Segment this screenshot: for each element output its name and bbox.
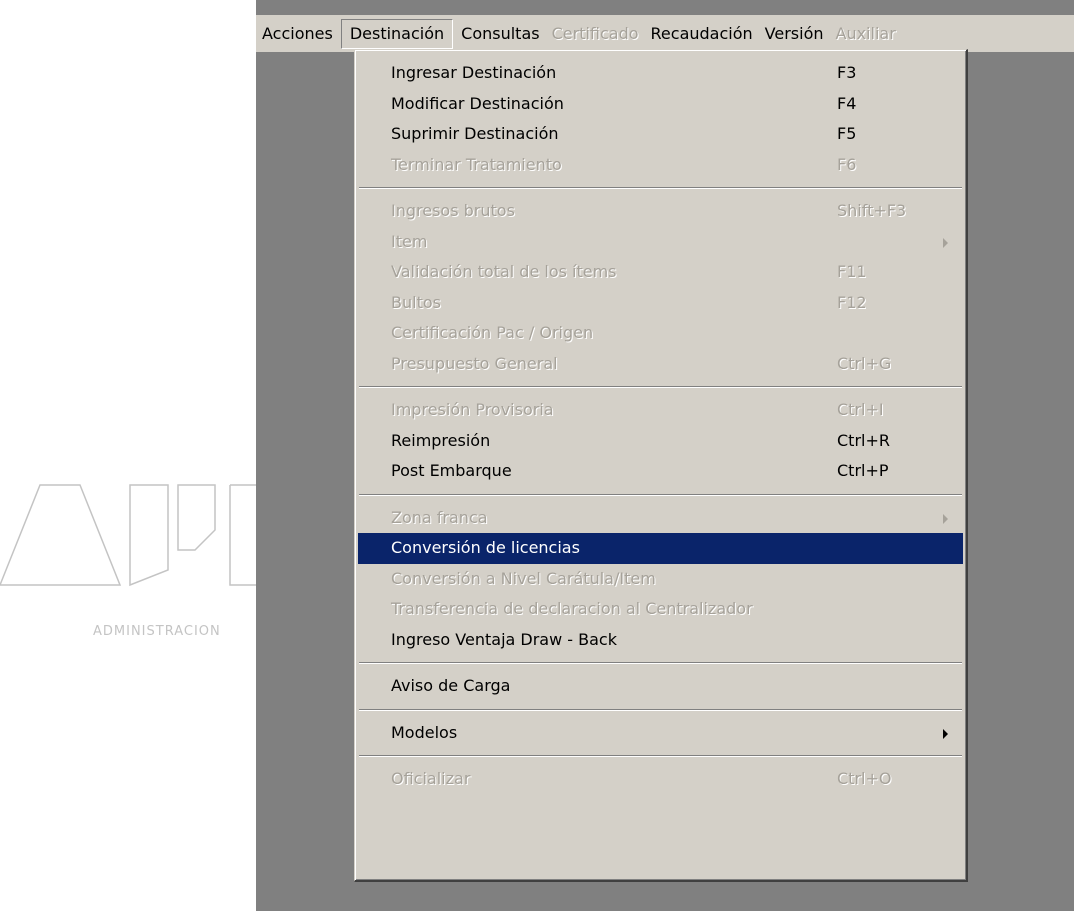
menu-item-label: Zona franca — [391, 507, 488, 527]
menu-item-label: Impresión Provisoria — [391, 400, 554, 419]
menu-separator — [359, 755, 962, 757]
menu-item-post-embarque[interactable]: Post Embarque Ctrl+P — [355, 456, 966, 487]
menubar-consultas[interactable]: Consultas — [455, 19, 545, 49]
menu-separator — [359, 187, 962, 189]
menu-item-conversion-a-nivel-caratula-item: Conversión a Nivel Carátula/Item — [355, 564, 966, 595]
menu-separator — [359, 708, 962, 711]
menu-item-reimpresion[interactable]: Reimpresión Ctrl+R — [355, 426, 966, 457]
menu-item-ingreso-ventaja-draw-back[interactable]: Ingreso Ventaja Draw - Back — [355, 625, 966, 656]
menu-item-shortcut: Ctrl+G — [837, 353, 892, 373]
menu-separator — [359, 386, 962, 388]
menu-item-label: Item — [391, 231, 428, 251]
menu-item-shortcut: F5 — [837, 124, 857, 143]
menu-item-shortcut: Ctrl+R — [837, 430, 890, 450]
menubar-auxiliar: Auxiliar — [835, 23, 896, 43]
menubar-destinacion[interactable]: Destinación — [340, 18, 454, 49]
menu-item-label: Reimpresión — [391, 430, 491, 450]
menu-item-label: Terminar Tratamiento — [391, 154, 562, 174]
menu-item-label: Certificación Pac / Origen — [391, 323, 594, 342]
menu-item-shortcut: Ctrl+O — [837, 769, 892, 788]
menu-item-shortcut: Shift+F3 — [837, 201, 907, 220]
menu-item-label: Conversión a Nivel Carátula/Item — [391, 568, 656, 588]
menu-separator — [359, 493, 962, 496]
menu-item-conversion-de-licencias[interactable]: Conversión de licencias — [358, 533, 963, 564]
menu-item-oficializar: Oficializar Ctrl+O — [355, 764, 966, 795]
menu-separator — [359, 662, 962, 664]
submenu-arrow-icon — [943, 237, 948, 248]
menu-item-label: Transferencia de declaracion al Centrali… — [391, 599, 753, 618]
menu-item-label: Modelos — [391, 722, 458, 742]
menu-item-label: Ingreso Ventaja Draw - Back — [391, 629, 617, 649]
menu-item-validacion-total-de-los-items: Validación total de los ítems F11 — [355, 257, 966, 288]
menubar-certificado: Certificado — [551, 23, 639, 43]
destinacion-dropdown-menu: Ingresar Destinación F3 Modificar Destinac… — [354, 49, 968, 882]
menu-item-item: Item — [355, 227, 966, 258]
menu-item-label: Oficializar — [391, 769, 471, 788]
afip-logo — [0, 484, 256, 587]
menu-item-label: Validación total de los ítems — [391, 262, 617, 281]
logo-caption: ADMINISTRACION — [93, 624, 221, 639]
menu-item-shortcut: Ctrl+P — [837, 461, 889, 480]
menu-item-zona-franca: Zona franca — [355, 503, 966, 534]
menu-item-label: Modificar Destinación — [391, 93, 564, 113]
menu-item-ingresos-brutos: Ingresos brutos Shift+F3 — [355, 196, 966, 227]
menu-item-ingresar-destinacion[interactable]: Ingresar Destinación F3 — [355, 58, 966, 89]
menu-item-aviso-de-carga[interactable]: Aviso de Carga — [355, 671, 966, 702]
menu-item-label: Presupuesto General — [391, 353, 558, 373]
menu-item-certificacion-pac-origen: Certificación Pac / Origen — [355, 318, 966, 349]
submenu-arrow-icon — [943, 728, 948, 739]
menu-item-label: Suprimir Destinación — [391, 124, 559, 143]
menu-item-label: Ingresos brutos — [391, 201, 515, 220]
menu-bar: Acciones Destinación Consultas Certificado R… — [256, 15, 1074, 52]
menu-item-modelos[interactable]: Modelos — [355, 718, 966, 749]
menu-item-label: Ingresar Destinación — [391, 63, 557, 82]
menubar-version[interactable]: Versión — [759, 19, 830, 49]
menu-item-label: Conversión de licencias — [391, 538, 580, 557]
menu-item-bultos: Bultos F12 — [355, 288, 966, 319]
menu-item-shortcut: F11 — [837, 262, 867, 281]
menu-item-shortcut: F4 — [837, 93, 857, 113]
menu-item-shortcut: F6 — [837, 154, 857, 174]
menu-item-suprimir-destinacion[interactable]: Suprimir Destinación F5 — [355, 119, 966, 150]
menu-item-terminar-tratamiento: Terminar Tratamiento F6 — [355, 150, 966, 181]
menu-item-presupuesto-general: Presupuesto General Ctrl+G — [355, 349, 966, 380]
menu-item-shortcut: Ctrl+I — [837, 400, 884, 419]
menu-item-shortcut: F12 — [837, 292, 867, 312]
menubar-recaudacion[interactable]: Recaudación — [645, 19, 759, 49]
menubar-acciones[interactable]: Acciones — [256, 19, 339, 49]
menu-item-label: Bultos — [391, 292, 441, 312]
menu-item-shortcut: F3 — [837, 63, 857, 82]
menu-item-impresion-provisoria: Impresión Provisoria Ctrl+I — [355, 395, 966, 426]
menu-item-modificar-destinacion[interactable]: Modificar Destinación F4 — [355, 89, 966, 120]
submenu-arrow-icon — [943, 513, 948, 524]
menu-item-label: Post Embarque — [391, 461, 512, 480]
menu-item-transferencia-de-declaracion-al-centralizador: Transferencia de declaracion al Centrali… — [355, 594, 966, 625]
menu-item-label: Aviso de Carga — [391, 676, 511, 695]
